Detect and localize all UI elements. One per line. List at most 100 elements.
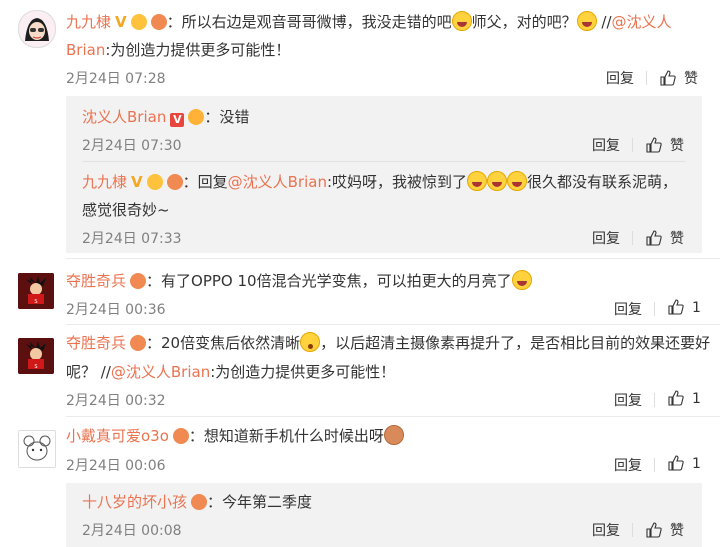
mention-link-cont[interactable]: Brian <box>66 41 105 59</box>
username-link[interactable]: 沈义人Brian <box>82 108 166 126</box>
laugh-emoji-icon <box>467 171 488 191</box>
laugh-emoji-icon <box>507 171 528 191</box>
comment-text-line2: Brian:为创造力提供更多可能性！ <box>66 37 290 63</box>
monkey-emoji-icon <box>383 425 404 445</box>
comment-body-line2: :为创造力提供更多可能性！ <box>105 41 291 59</box>
divider <box>632 138 633 152</box>
avatar[interactable]: S <box>18 338 54 374</box>
reply-button[interactable]: 回复 <box>592 228 620 248</box>
reply-button[interactable]: 回复 <box>614 390 642 410</box>
like-label: 赞 <box>684 71 698 87</box>
like-button[interactable]: 赞 <box>646 135 684 155</box>
timestamp: 2月24日 00:06 <box>66 458 166 474</box>
thumbs-up-icon <box>646 522 662 538</box>
reply-body: ：没错 <box>204 108 250 126</box>
username-link[interactable]: 十八岁的坏小孩 <box>82 493 187 511</box>
comment-text-line2: 呢？ //@沈义人Brian:为创造力提供更多可能性！ <box>66 359 395 385</box>
reply-body-pre: ：回复 <box>182 173 228 191</box>
medal-icon <box>146 174 163 190</box>
username-link[interactable]: 九九棣 <box>66 13 111 31</box>
svg-text:S: S <box>34 364 37 370</box>
username-link[interactable]: 九九棣 <box>82 173 127 191</box>
comment-body: ：想知道新手机什么时候出呀 <box>188 427 384 445</box>
level-icon <box>150 14 167 30</box>
level-icon <box>191 494 208 510</box>
verified-v-icon: V <box>131 173 143 191</box>
timestamp: 2月24日 07:28 <box>66 71 166 87</box>
like-label: 赞 <box>670 138 684 154</box>
level-icon <box>130 273 147 289</box>
like-button[interactable]: 赞 <box>646 228 684 248</box>
thumbs-up-icon <box>668 455 684 471</box>
reply-text-line2: 感觉很奇妙~ <box>82 201 170 219</box>
level-icon <box>172 428 189 444</box>
laugh-emoji-icon <box>487 171 508 191</box>
divider <box>654 458 655 472</box>
username-link[interactable]: 夺胜奇兵 <box>66 334 126 352</box>
divider <box>646 71 647 85</box>
divider <box>632 231 633 245</box>
comment-body-post: // <box>596 13 612 31</box>
shocked-emoji-icon <box>300 332 321 352</box>
timestamp: 2月24日 07:30 <box>82 138 182 154</box>
comment-body-line2-pre: 呢？ // <box>66 363 111 381</box>
reply-body-post: :哎妈呀，我被惊到了 <box>326 173 468 191</box>
username-link[interactable]: 夺胜奇兵 <box>66 272 126 290</box>
mention-link[interactable]: @沈义人Brian <box>111 363 210 381</box>
comment-body: ：有了OPPO 10倍混合光学变焦，可以拍更大的月亮了 <box>146 272 512 290</box>
like-button[interactable]: 赞 <box>646 520 684 540</box>
like-button[interactable]: 1 <box>668 455 701 472</box>
comment-text: 九九棣 V ：所以右边是观音哥哥微博，我没走错的吧 师父，对的吧？ //@沈义人 <box>66 9 672 35</box>
thumbs-up-icon <box>646 230 662 246</box>
comment-body-line2-post: :为创造力提供更多可能性！ <box>210 363 396 381</box>
divider <box>632 523 633 537</box>
reply-button[interactable]: 回复 <box>614 455 642 475</box>
timestamp: 2月24日 00:08 <box>82 523 182 539</box>
reply-button[interactable]: 回复 <box>606 68 634 88</box>
timestamp: 2月24日 00:36 <box>66 302 166 318</box>
svg-text:S: S <box>34 299 37 305</box>
divider <box>654 393 655 407</box>
thumbs-up-icon <box>668 299 684 315</box>
like-count: 1 <box>692 456 701 472</box>
reply-button[interactable]: 回复 <box>614 299 642 319</box>
avatar[interactable] <box>18 10 56 48</box>
level-icon <box>130 335 147 351</box>
crown-icon <box>188 109 205 125</box>
level-icon <box>166 174 183 190</box>
mention-link[interactable]: @沈义人Brian <box>228 173 327 191</box>
comment-text: 小戴真可爱o3o ：想知道新手机什么时候出呀 <box>66 423 404 449</box>
comment-divider <box>66 324 720 325</box>
laugh-emoji-icon <box>511 270 532 290</box>
vip-v-icon: V <box>170 113 185 127</box>
reply-button[interactable]: 回复 <box>592 135 620 155</box>
mention-link[interactable]: @沈义人 <box>612 13 672 31</box>
avatar[interactable] <box>18 430 56 468</box>
timestamp: 2月24日 07:33 <box>82 231 182 247</box>
like-label: 赞 <box>670 523 684 539</box>
like-label: 赞 <box>670 231 684 247</box>
like-button[interactable]: 1 <box>668 390 701 407</box>
timestamp: 2月24日 00:32 <box>66 393 166 409</box>
reply-body-post2: 很久都没有联系泥萌， <box>527 173 678 191</box>
reply-text: 十八岁的坏小孩 ：今年第二季度 <box>82 489 312 515</box>
username-link[interactable]: 小戴真可爱o3o <box>66 427 169 445</box>
laugh-emoji-icon <box>576 11 597 31</box>
divider <box>654 302 655 316</box>
thumbs-up-icon <box>660 70 676 86</box>
like-button[interactable]: 赞 <box>660 68 698 88</box>
comment-divider <box>66 258 720 259</box>
thumbs-up-icon <box>668 390 684 406</box>
comment-divider <box>66 416 720 417</box>
comment-body: ：所以右边是观音哥哥微博，我没走错的吧 <box>166 13 452 31</box>
comment-text: 夺胜奇兵 ：有了OPPO 10倍混合光学变焦，可以拍更大的月亮了 <box>66 268 532 294</box>
reply-text: 九九棣 V ：回复@沈义人Brian:哎妈呀，我被惊到了 很久都没有联系泥萌， <box>82 169 677 195</box>
like-button[interactable]: 1 <box>668 299 701 316</box>
reply-divider <box>82 161 686 162</box>
avatar[interactable]: S <box>18 273 54 309</box>
reply-text: 沈义人Brian V ：没错 <box>82 104 249 130</box>
reply-button[interactable]: 回复 <box>592 520 620 540</box>
comment-text: 夺胜奇兵 ：20倍变焦后依然清晰 ，以后超清主摄像素再提升了，是否相比目前的效果还要… <box>66 330 710 356</box>
medal-icon <box>130 14 147 30</box>
comment-body-mid: 师父，对的吧？ <box>471 13 577 31</box>
